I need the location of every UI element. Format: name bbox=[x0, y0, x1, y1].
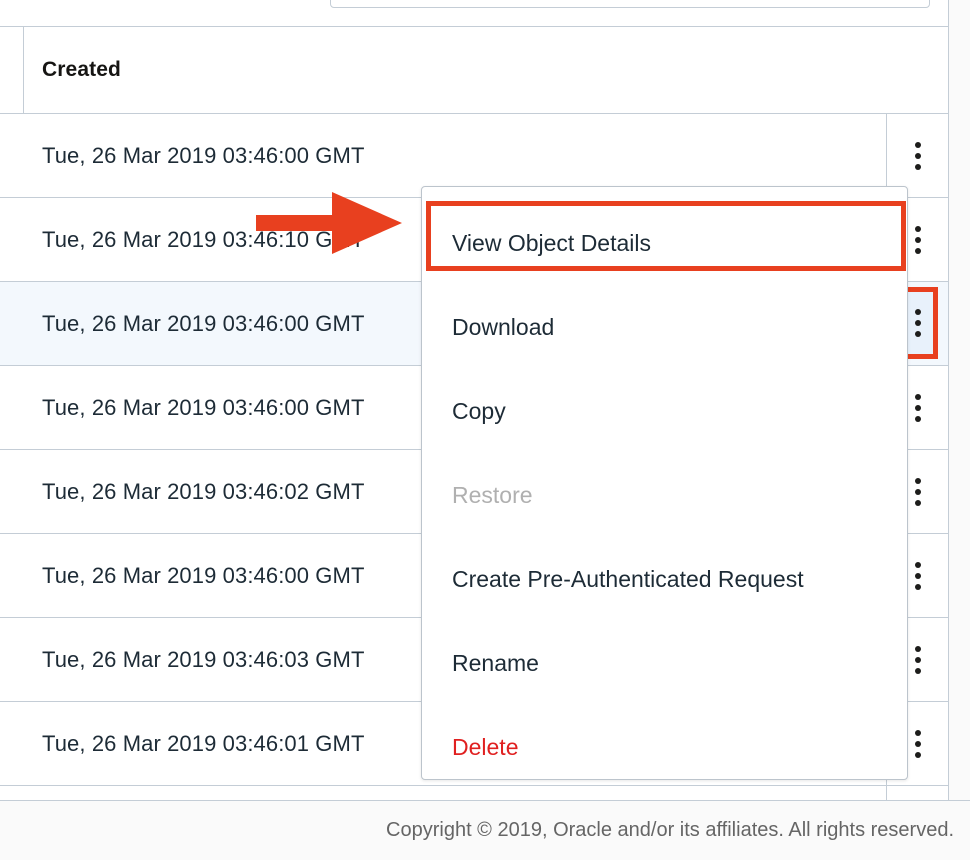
row-select-cell[interactable] bbox=[0, 618, 24, 701]
row-select-cell[interactable] bbox=[0, 534, 24, 617]
menu-item-create-pre-authenticated-request[interactable]: Create Pre-Authenticated Request bbox=[422, 537, 907, 621]
page-footer: Copyright © 2019, Oracle and/or its affi… bbox=[0, 800, 970, 860]
copyright-text: Copyright © 2019, Oracle and/or its affi… bbox=[386, 819, 954, 841]
row-select-cell[interactable] bbox=[0, 702, 24, 785]
row-context-menu[interactable]: View Object Details Download Copy Restor… bbox=[421, 186, 908, 780]
row-select-cell[interactable] bbox=[0, 198, 24, 281]
menu-item-view-object-details[interactable]: View Object Details bbox=[422, 201, 907, 285]
row-select-cell[interactable] bbox=[0, 114, 24, 197]
menu-item-copy[interactable]: Copy bbox=[422, 369, 907, 453]
kebab-menu-icon[interactable] bbox=[903, 133, 933, 179]
header-actions-cell bbox=[886, 27, 948, 113]
menu-item-delete[interactable]: Delete bbox=[422, 705, 907, 779]
toolbar-strip bbox=[0, 0, 949, 26]
table-header-row: Created bbox=[0, 27, 948, 114]
page-gutter bbox=[949, 0, 970, 800]
menu-item-rename[interactable]: Rename bbox=[422, 621, 907, 705]
column-header-created[interactable]: Created bbox=[24, 58, 886, 82]
row-select-cell[interactable] bbox=[0, 366, 24, 449]
page-root: Created Tue, 26 Mar 2019 03:46:00 GMT Tu… bbox=[0, 0, 970, 860]
search-input[interactable] bbox=[330, 0, 930, 8]
menu-item-download[interactable]: Download bbox=[422, 285, 907, 369]
row-select-cell[interactable] bbox=[0, 282, 24, 365]
row-select-cell[interactable] bbox=[0, 450, 24, 533]
header-select-cell bbox=[0, 27, 24, 113]
menu-item-restore: Restore bbox=[452, 481, 533, 508]
cell-created: Tue, 26 Mar 2019 03:46:00 GMT bbox=[42, 142, 365, 168]
row-actions-cell[interactable] bbox=[886, 114, 948, 197]
